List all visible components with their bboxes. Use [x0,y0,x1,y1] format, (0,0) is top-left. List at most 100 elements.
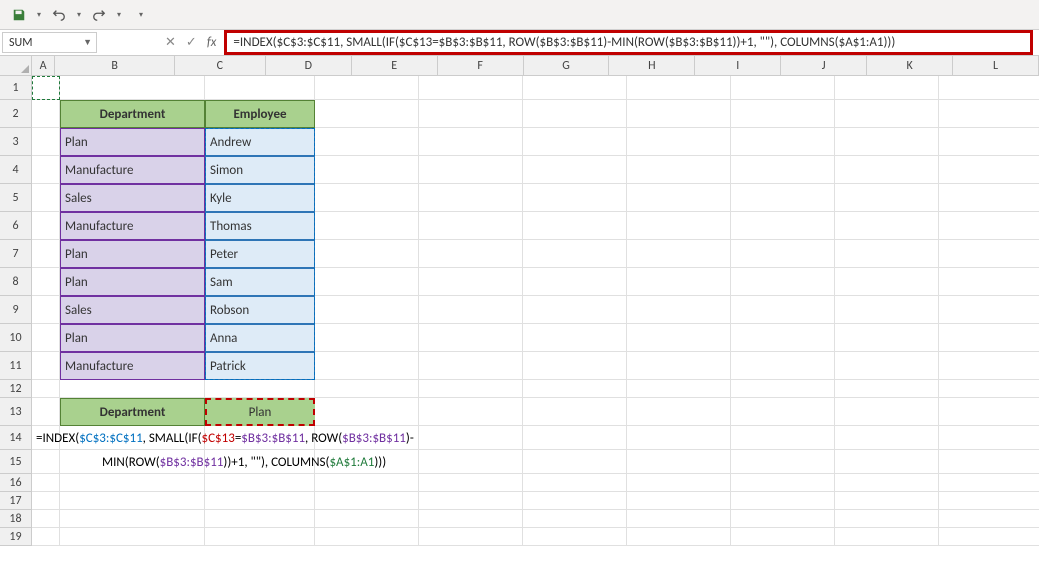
dept-cell[interactable]: Sales [60,296,205,324]
cell[interactable] [523,128,627,156]
fx-icon[interactable]: fx [207,35,217,50]
cancel-icon[interactable]: ✕ [165,35,176,50]
cell[interactable] [627,474,731,492]
cell[interactable] [627,240,731,268]
cell[interactable] [939,352,1039,380]
cell[interactable] [939,324,1039,352]
cell[interactable] [32,296,60,324]
cell[interactable] [315,474,419,492]
cell[interactable] [419,156,523,184]
cell[interactable] [939,474,1039,492]
column-header[interactable]: K [867,56,953,76]
cell[interactable] [627,510,731,528]
row-header[interactable]: 9 [0,296,32,324]
chevron-down-icon[interactable]: ▾ [74,10,84,20]
cell[interactable] [835,100,939,128]
row-header[interactable]: 18 [0,510,32,528]
cell[interactable] [731,100,835,128]
emp-cell[interactable]: Simon [205,156,315,184]
row-header[interactable]: 12 [0,380,32,398]
cell[interactable] [315,268,419,296]
cell[interactable] [32,398,60,426]
cell[interactable] [939,296,1039,324]
chevron-down-icon[interactable]: ▼ [83,37,92,48]
cell[interactable] [32,324,60,352]
column-header[interactable]: F [438,56,524,76]
cell[interactable] [315,528,419,546]
cell[interactable] [627,268,731,296]
cell[interactable] [523,212,627,240]
cell[interactable] [731,184,835,212]
cell[interactable] [731,474,835,492]
cell[interactable] [419,528,523,546]
cell[interactable] [32,240,60,268]
cell[interactable] [939,128,1039,156]
cell[interactable] [939,398,1039,426]
column-header[interactable]: A [32,56,55,76]
cell[interactable] [60,380,205,398]
cell[interactable] [835,352,939,380]
emp-cell[interactable]: Anna [205,324,315,352]
cell[interactable] [419,268,523,296]
inline-formula-line1[interactable]: =INDEX($C$3:$C$11, SMALL(IF($C$13=$B$3:$… [32,426,732,450]
cell[interactable] [523,156,627,184]
cell[interactable] [835,426,939,450]
cell[interactable] [205,76,315,100]
cell[interactable] [835,212,939,240]
row-header[interactable]: 16 [0,474,32,492]
customize-qat-icon[interactable]: ▾ [136,10,146,20]
cell[interactable] [32,528,60,546]
cell[interactable] [731,296,835,324]
cell[interactable] [939,184,1039,212]
cell[interactable] [315,76,419,100]
cell[interactable] [60,474,205,492]
dept-cell[interactable]: Sales [60,184,205,212]
cell[interactable] [627,156,731,184]
cell[interactable] [939,268,1039,296]
cell[interactable] [731,212,835,240]
cell[interactable] [523,398,627,426]
cell[interactable] [731,426,835,450]
column-header[interactable]: D [266,56,352,76]
cell[interactable] [731,492,835,510]
cell[interactable] [32,128,60,156]
column-header[interactable]: G [524,56,610,76]
row-header[interactable]: 7 [0,240,32,268]
cell[interactable] [939,450,1039,474]
cell[interactable] [523,240,627,268]
cell[interactable] [523,528,627,546]
cell[interactable] [32,212,60,240]
cell[interactable] [419,324,523,352]
cell[interactable] [835,450,939,474]
cell[interactable] [731,268,835,296]
dept-cell[interactable]: Plan [60,268,205,296]
cell[interactable] [523,492,627,510]
cell[interactable] [835,240,939,268]
cell[interactable] [523,184,627,212]
cell[interactable] [939,510,1039,528]
cell[interactable] [731,128,835,156]
undo-icon[interactable] [46,3,72,27]
cell[interactable] [835,268,939,296]
dept-cell[interactable]: Manufacture [60,352,205,380]
dept-cell[interactable]: Manufacture [60,212,205,240]
dept-cell[interactable]: Plan [60,324,205,352]
row-header[interactable]: 15 [0,450,32,474]
cell[interactable] [419,492,523,510]
cell[interactable] [835,184,939,212]
cell[interactable] [523,100,627,128]
cell[interactable] [523,474,627,492]
save-icon[interactable] [6,3,32,27]
cell[interactable] [731,510,835,528]
enter-icon[interactable]: ✓ [186,35,197,50]
cell[interactable] [731,156,835,184]
cell[interactable] [523,324,627,352]
cell[interactable] [627,128,731,156]
cell[interactable] [315,156,419,184]
cell[interactable] [315,240,419,268]
cell[interactable] [835,156,939,184]
cell[interactable] [627,296,731,324]
emp-cell[interactable]: Patrick [205,352,315,380]
cell[interactable] [939,426,1039,450]
redo-icon[interactable] [86,3,112,27]
